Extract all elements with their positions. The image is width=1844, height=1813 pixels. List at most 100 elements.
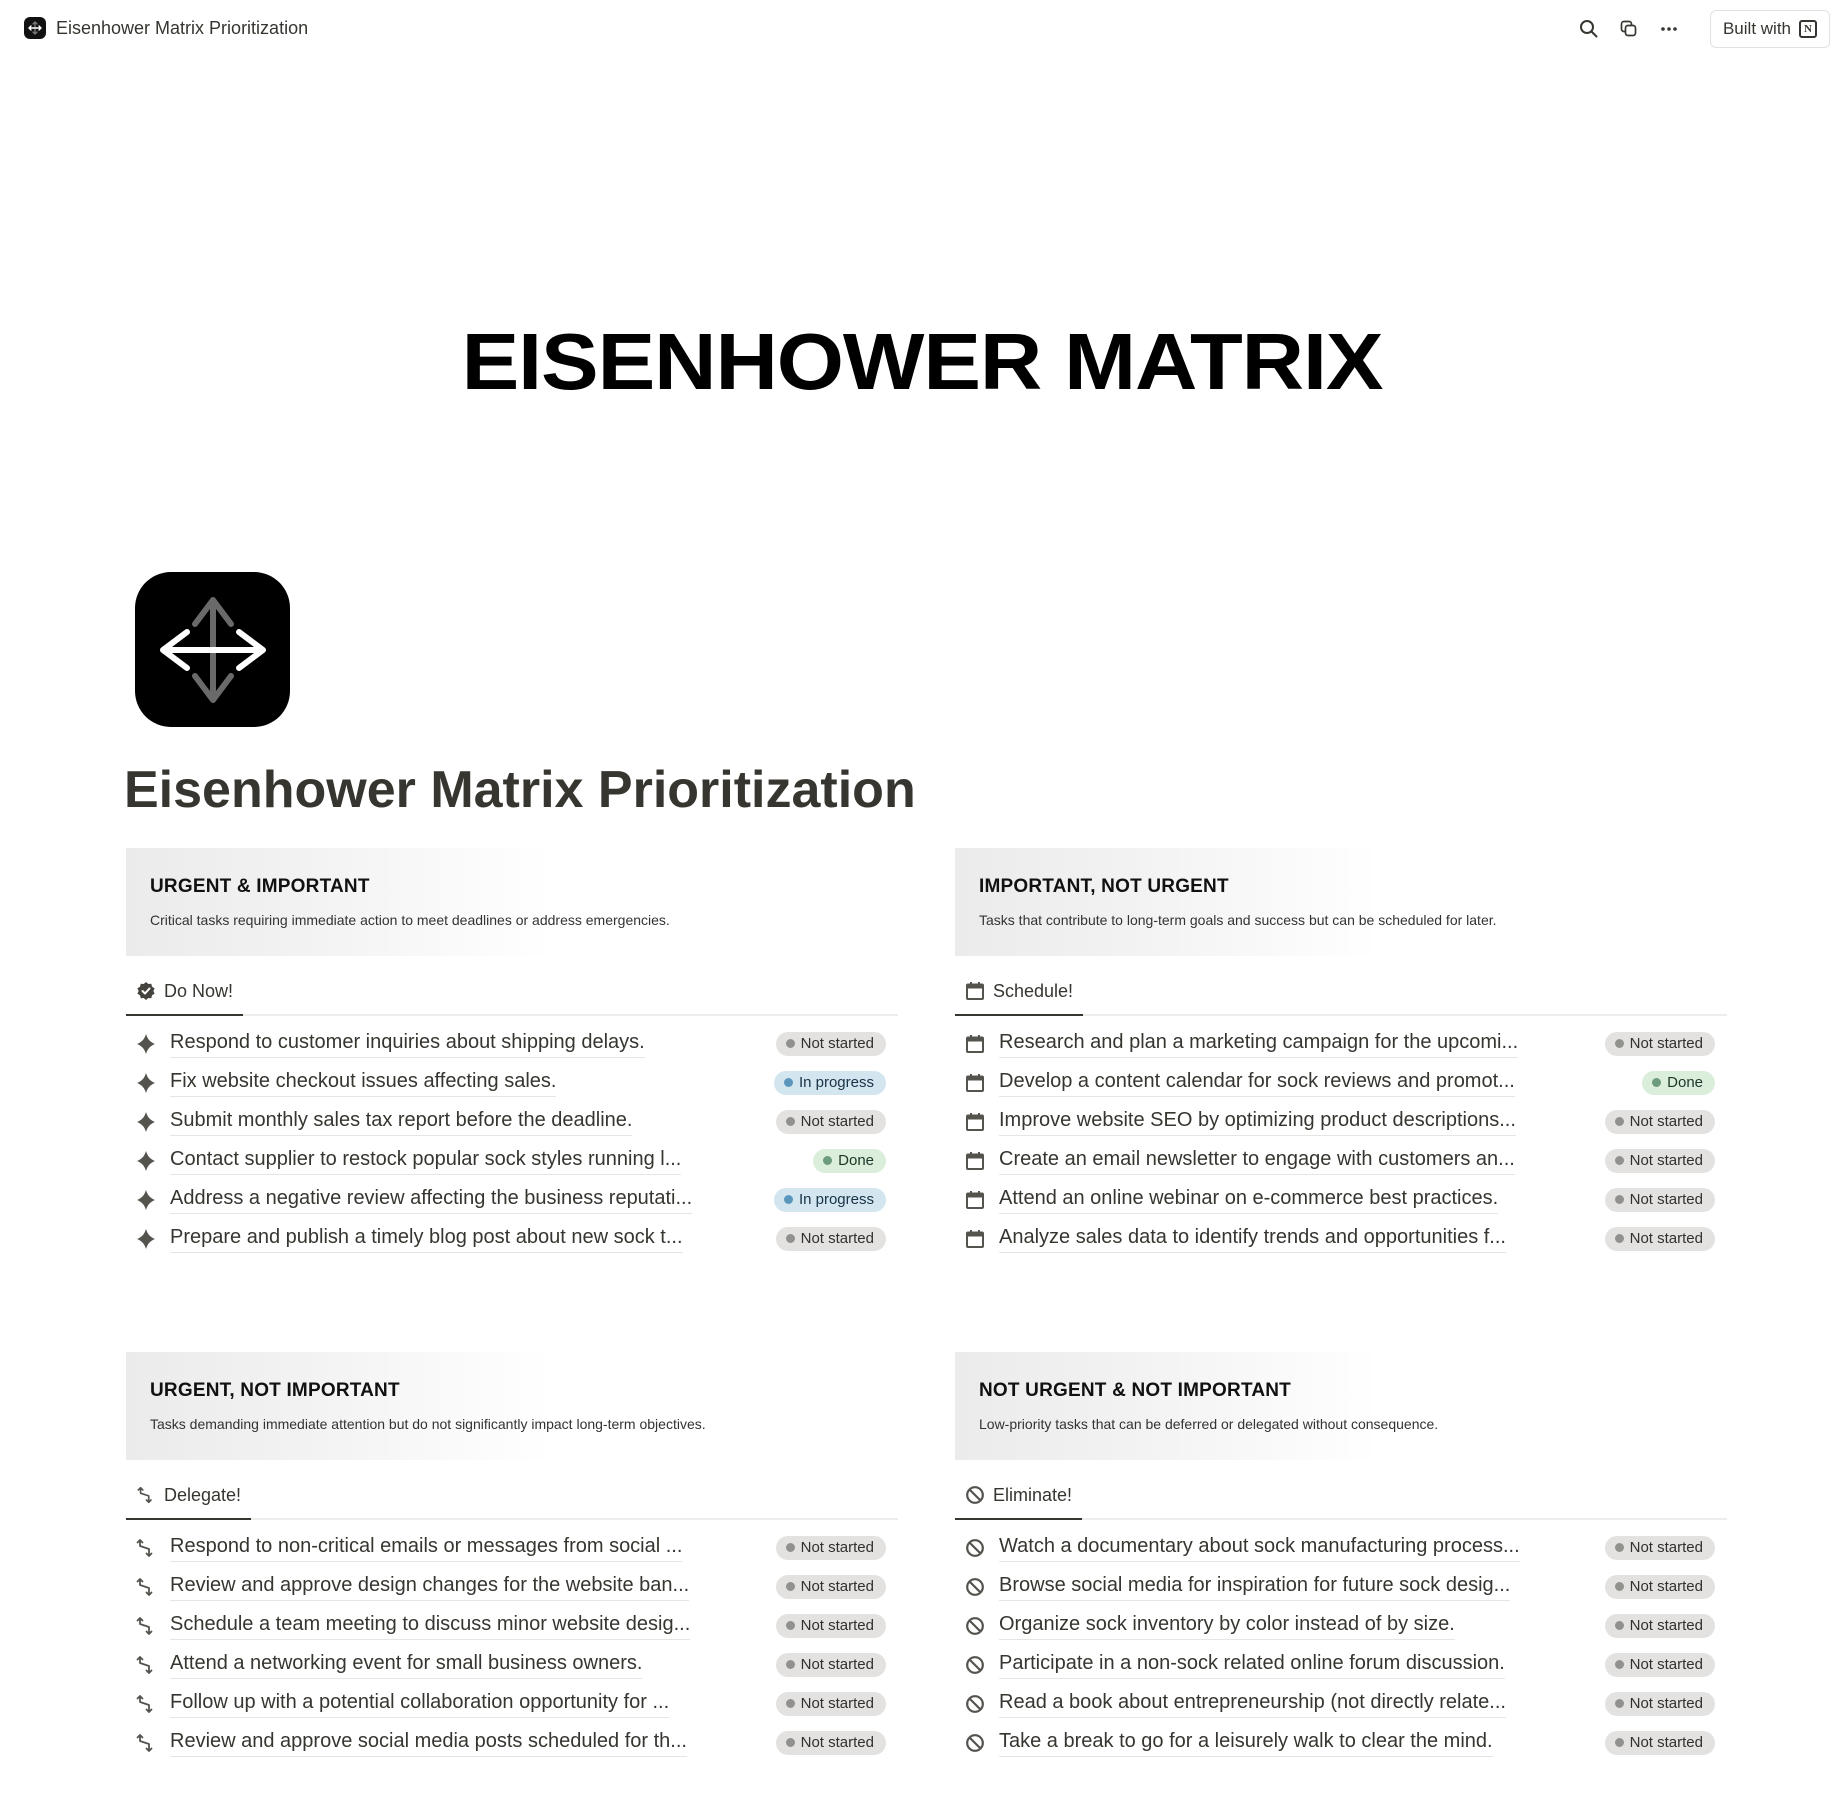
task-row[interactable]: Read a book about entrepreneurship (not … [955,1684,1727,1723]
status-badge: Not started [775,1574,886,1599]
delegate-arrows-icon [134,1575,158,1599]
task-row[interactable]: Create an email newsletter to engage wit… [955,1141,1727,1180]
task-name-link[interactable]: Attend an online webinar on e-commerce b… [999,1186,1499,1214]
status-badge: Done [813,1148,886,1173]
status-badge: Not started [1604,1613,1715,1638]
task-row[interactable]: Fix website checkout issues affecting sa… [126,1063,898,1102]
task-name-link[interactable]: Schedule a team meeting to discuss minor… [170,1612,691,1640]
task-name-link[interactable]: Read a book about entrepreneurship (not … [999,1690,1506,1718]
task-name-link[interactable]: Fix website checkout issues affecting sa… [170,1069,557,1097]
status-badge: Not started [1604,1031,1715,1056]
status-label: Not started [1629,1656,1703,1673]
task-row[interactable]: Address a negative review affecting the … [126,1180,898,1219]
task-name-link[interactable]: Browse social media for inspiration for … [999,1573,1511,1601]
status-label: Not started [800,1734,874,1751]
more-icon[interactable] [1658,18,1680,40]
task-row[interactable]: Attend a networking event for small busi… [126,1645,898,1684]
page-icon-small [24,17,46,39]
task-row[interactable]: Prepare and publish a timely blog post a… [126,1219,898,1258]
calendar-icon [963,1227,987,1251]
task-name-link[interactable]: Take a break to go for a leisurely walk … [999,1729,1493,1757]
quadrant-header: IMPORTANT, NOT URGENT Tasks that contrib… [955,848,1727,956]
prohibited-icon [963,1653,987,1677]
status-dot-icon [785,1621,795,1630]
status-badge: Not started [775,1652,886,1677]
task-name-link[interactable]: Review and approve design changes for th… [170,1573,690,1601]
view-tab-eliminate[interactable]: Eliminate! [955,1472,1083,1520]
status-dot-icon [1614,1582,1624,1591]
prohibited-icon [963,1692,987,1716]
task-name-link[interactable]: Participate in a non-sock related online… [999,1651,1505,1679]
status-badge: Not started [775,1691,886,1716]
task-name-link[interactable]: Develop a content calendar for sock revi… [999,1069,1515,1097]
calendar-icon [963,1110,987,1134]
task-row[interactable]: Take a break to go for a leisurely walk … [955,1723,1727,1762]
task-name-link[interactable]: Follow up with a potential collaboration… [170,1690,670,1718]
task-name-link[interactable]: Research and plan a marketing campaign f… [999,1030,1519,1058]
status-badge: Not started [1604,1535,1715,1560]
status-badge: Not started [1604,1148,1715,1173]
duplicate-icon[interactable] [1618,18,1640,40]
task-row[interactable]: Review and approve design changes for th… [126,1567,898,1606]
status-badge: Not started [775,1730,886,1755]
status-label: Not started [1629,1191,1703,1208]
task-name-link[interactable]: Organize sock inventory by color instead… [999,1612,1455,1640]
task-name-link[interactable]: Attend a networking event for small busi… [170,1651,643,1679]
search-icon[interactable] [1578,18,1600,40]
status-dot-icon [1614,1660,1624,1669]
task-row[interactable]: Organize sock inventory by color instead… [955,1606,1727,1645]
status-badge: In progress [773,1070,886,1095]
task-name-link[interactable]: Contact supplier to restock popular sock… [170,1147,682,1175]
built-with-notion-button[interactable]: Built with N [1709,10,1830,48]
view-tab-delegate[interactable]: Delegate! [126,1472,252,1520]
view-tabs: Delegate! [126,1472,898,1520]
task-name-link[interactable]: Submit monthly sales tax report before t… [170,1108,633,1136]
task-row[interactable]: Review and approve social media posts sc… [126,1723,898,1762]
eisenhower-arrows-icon[interactable] [135,572,290,727]
task-name-link[interactable]: Respond to non-critical emails or messag… [170,1534,683,1562]
calendar-icon [963,1149,987,1173]
quadrant-header: NOT URGENT & NOT IMPORTANT Low-priority … [955,1352,1727,1460]
task-row[interactable]: Participate in a non-sock related online… [955,1645,1727,1684]
status-label: Not started [800,1539,874,1556]
status-label: Not started [1629,1734,1703,1751]
task-name-link[interactable]: Review and approve social media posts sc… [170,1729,687,1757]
status-label: In progress [798,1191,874,1208]
task-row[interactable]: Develop a content calendar for sock revi… [955,1063,1727,1102]
task-row[interactable]: Analyze sales data to identify trends an… [955,1219,1727,1258]
task-name-link[interactable]: Address a negative review affecting the … [170,1186,693,1214]
task-name-link[interactable]: Respond to customer inquiries about ship… [170,1030,645,1058]
status-dot-icon [1614,1039,1624,1048]
task-row[interactable]: Browse social media for inspiration for … [955,1567,1727,1606]
status-dot-icon [1614,1117,1624,1126]
status-dot-icon [1652,1078,1662,1087]
quadrant-header: URGENT, NOT IMPORTANT Tasks demanding im… [126,1352,898,1460]
task-row[interactable]: Respond to customer inquiries about ship… [126,1024,898,1063]
task-row[interactable]: Schedule a team meeting to discuss minor… [126,1606,898,1645]
status-dot-icon [785,1738,795,1747]
task-row[interactable]: Improve website SEO by optimizing produc… [955,1102,1727,1141]
view-tabs: Do Now! [126,968,898,1016]
status-label: Not started [1629,1152,1703,1169]
view-tab-schedule[interactable]: Schedule! [955,968,1084,1016]
status-label: Not started [1629,1617,1703,1634]
task-row[interactable]: Attend an online webinar on e-commerce b… [955,1180,1727,1219]
task-name-link[interactable]: Analyze sales data to identify trends an… [999,1225,1506,1253]
task-name-link[interactable]: Prepare and publish a timely blog post a… [170,1225,683,1253]
breadcrumb[interactable]: Eisenhower Matrix Prioritization [24,17,308,39]
task-row[interactable]: Contact supplier to restock popular sock… [126,1141,898,1180]
status-dot-icon [785,1660,795,1669]
task-row[interactable]: Follow up with a potential collaboration… [126,1684,898,1723]
task-row[interactable]: Watch a documentary about sock manufactu… [955,1528,1727,1567]
task-name-link[interactable]: Create an email newsletter to engage wit… [999,1147,1515,1175]
task-name-link[interactable]: Improve website SEO by optimizing produc… [999,1108,1516,1136]
status-dot-icon [783,1078,793,1087]
task-row[interactable]: Submit monthly sales tax report before t… [126,1102,898,1141]
view-tab-donow[interactable]: Do Now! [126,968,244,1016]
delegate-arrows-icon [134,1731,158,1755]
task-name-link[interactable]: Watch a documentary about sock manufactu… [999,1534,1520,1562]
task-row[interactable]: Respond to non-critical emails or messag… [126,1528,898,1567]
prohibited-icon [963,1731,987,1755]
task-row[interactable]: Research and plan a marketing campaign f… [955,1024,1727,1063]
quadrant-description: Tasks demanding immediate attention but … [150,1416,706,1432]
